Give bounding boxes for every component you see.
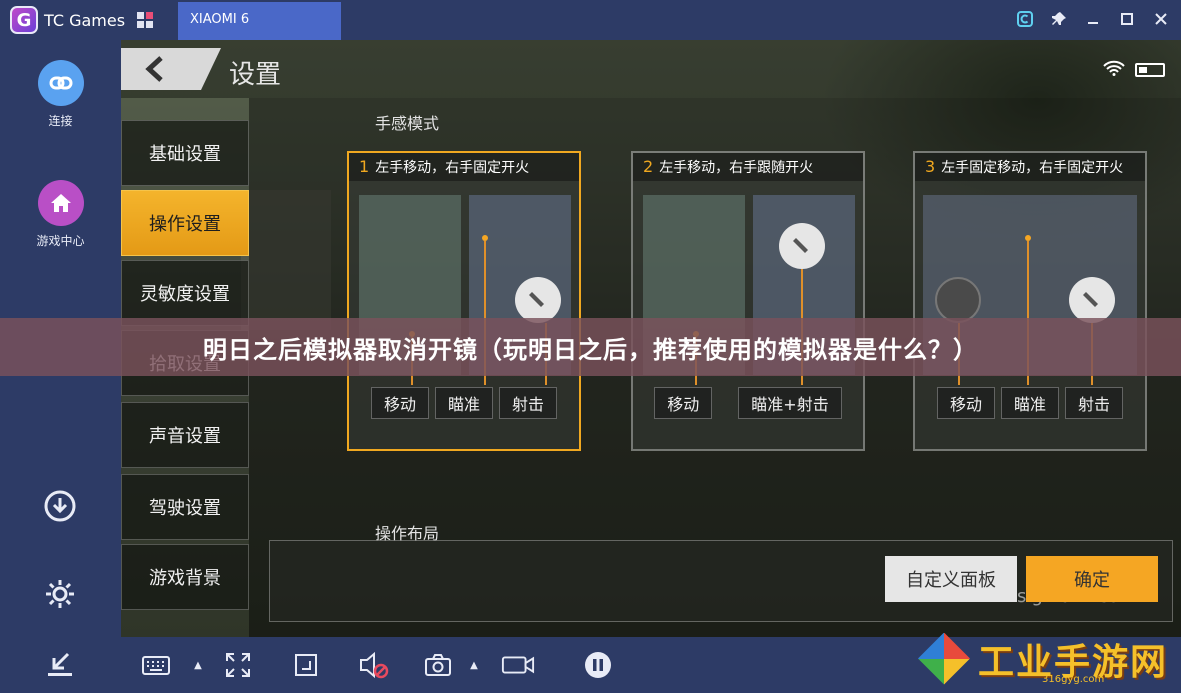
fire-button: 射击 — [1065, 387, 1124, 419]
battery-icon — [1135, 63, 1165, 77]
fire-button: 射击 — [499, 387, 558, 419]
mode-buttons-2: 移动 瞄准+射击 — [633, 387, 863, 419]
back-arrow-icon[interactable] — [121, 48, 221, 90]
pin-icon[interactable] — [1049, 8, 1069, 30]
mode-number: 1 — [359, 157, 370, 176]
confirm-button[interactable]: 确定 — [1026, 556, 1158, 602]
mode-card-3[interactable]: 3 左手固定移动，右手固定开火 移动 瞄准 射击 — [913, 151, 1147, 451]
close-icon[interactable] — [1151, 8, 1171, 30]
record-video-icon[interactable] — [501, 649, 535, 681]
mode-card-2[interactable]: 2 左手移动，右手跟随开火 移动 瞄准+射击 — [631, 151, 865, 451]
mode-header-2: 2 左手移动，右手跟随开火 — [633, 153, 863, 181]
menu-item-sensitivity[interactable]: 灵敏度设置 — [121, 260, 249, 326]
mode-title: 左手固定移动，右手固定开火 — [941, 160, 1124, 176]
window-controls — [1015, 8, 1171, 30]
apps-grid-icon[interactable] — [137, 12, 154, 28]
mode-title: 左手移动，右手固定开火 — [375, 160, 530, 176]
mode-number: 3 — [925, 157, 936, 176]
mode-card-1[interactable]: 1 左手移动，右手固定开火 移动 瞄准 射击 — [347, 151, 581, 451]
keyboard-icon[interactable] — [139, 649, 173, 681]
mode-buttons-1: 移动 瞄准 射击 — [349, 387, 579, 419]
tc-games-logo-icon: G — [10, 6, 38, 34]
mute-volume-icon[interactable] — [357, 649, 391, 681]
menu-item-driving[interactable]: 驾驶设置 — [121, 474, 249, 540]
brand-name: TC Games — [44, 10, 126, 30]
screenshot-dropdown-icon[interactable]: ▲ — [467, 649, 481, 681]
bullet-icon — [1069, 277, 1115, 323]
aim-button: 瞄准 — [1000, 387, 1059, 419]
title-bar: G TC Games XIAOMI 6 — [0, 0, 1181, 40]
mode-buttons-3: 移动 瞄准 射击 — [915, 387, 1145, 419]
menu-item-basic[interactable]: 基础设置 — [121, 120, 249, 186]
joystick-knob-icon — [935, 277, 981, 323]
menu-item-sound[interactable]: 声音设置 — [121, 402, 249, 468]
site-watermark: 工业手游网 316gyg.com — [918, 624, 1181, 693]
sidebar-label-connect: 连接 — [48, 114, 73, 128]
mode-number: 2 — [643, 157, 654, 176]
camera-screenshot-icon[interactable] — [421, 649, 455, 681]
brand: G TC Games — [10, 6, 154, 34]
bullet-icon — [779, 223, 825, 269]
site-watermark-domain: 316gyg.com — [1042, 674, 1105, 685]
game-header: 设置 — [121, 40, 1181, 98]
settings-gear-icon[interactable] — [38, 572, 82, 616]
mode-title: 左手移动，右手跟随开火 — [659, 160, 814, 176]
site-logo-icon — [918, 632, 970, 685]
keyboard-dropdown-icon[interactable]: ▲ — [191, 649, 205, 681]
move-button: 移动 — [936, 387, 995, 419]
article-title-banner: 明日之后模拟器取消开镜（玩明日之后，推荐使用的模拟器是什么？） — [0, 318, 1181, 376]
wifi-icon — [1103, 60, 1125, 80]
maximize-icon[interactable] — [1117, 8, 1137, 30]
move-button: 移动 — [654, 387, 713, 419]
sidebar-item-connect[interactable]: 连接 — [0, 60, 121, 129]
menu-item-controls[interactable]: 操作设置 — [121, 190, 249, 256]
home-icon — [37, 180, 84, 226]
aim-fire-button: 瞄准+射击 — [738, 387, 842, 419]
pause-icon[interactable] — [581, 649, 615, 681]
status-bar — [1103, 60, 1165, 80]
sidebar-label-game-center: 游戏中心 — [36, 234, 85, 248]
move-button: 移动 — [370, 387, 429, 419]
minimize-icon[interactable] — [1083, 8, 1103, 30]
download-icon[interactable] — [38, 484, 82, 528]
tab-device[interactable]: XIAOMI 6 — [178, 2, 341, 40]
resize-window-icon[interactable] — [289, 649, 323, 681]
link-icon — [37, 60, 84, 106]
collapse-arrow-icon[interactable] — [38, 640, 82, 684]
bullet-icon — [515, 277, 561, 323]
section-touch-mode: 手感模式 — [375, 114, 440, 133]
app-c-icon[interactable] — [1015, 8, 1035, 30]
custom-panel-button[interactable]: 自定义面板 — [885, 556, 1017, 602]
menu-item-background[interactable]: 游戏背景 — [121, 544, 249, 610]
mode-header-3: 3 左手固定移动，右手固定开火 — [915, 153, 1145, 181]
fullscreen-icon[interactable] — [221, 649, 255, 681]
mode-header-1: 1 左手移动，右手固定开火 — [349, 153, 579, 181]
sidebar-item-game-center[interactable]: 游戏中心 — [0, 180, 121, 249]
page-title: 设置 — [229, 60, 282, 90]
aim-button: 瞄准 — [434, 387, 493, 419]
